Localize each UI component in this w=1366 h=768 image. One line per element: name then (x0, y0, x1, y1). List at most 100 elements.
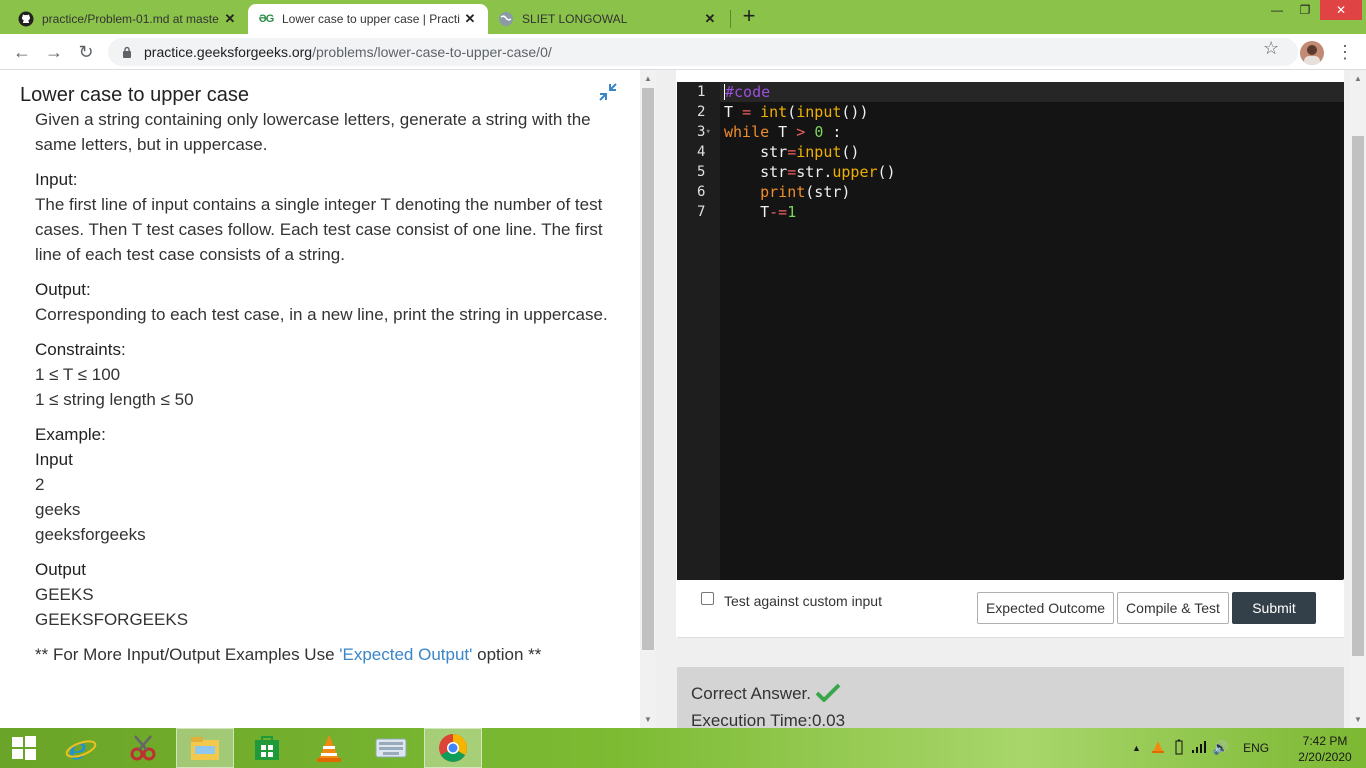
problem-description: Given a string containing only lowercase… (35, 110, 591, 154)
input-language[interactable]: ENG (1243, 741, 1269, 755)
example-output-line: GEEKS (35, 585, 94, 604)
line-number: 7 (697, 204, 706, 220)
constraint-line: 1 ≤ string length ≤ 50 (35, 390, 194, 409)
url-host: practice.geeksforgeeks.org (144, 44, 313, 60)
tab-strip: practice/Problem-01.md at maste ✕ ƏG Low… (0, 0, 1366, 34)
profile-avatar[interactable] (1300, 41, 1324, 65)
output-text: Corresponding to each test case, in a ne… (35, 305, 608, 324)
system-tray: ▲ 🔊 ENG (1132, 728, 1269, 768)
constraint-line: 1 ≤ T ≤ 100 (35, 365, 121, 384)
vlc-tray-icon[interactable] (1151, 740, 1165, 757)
scroll-down-icon[interactable]: ▼ (644, 715, 652, 724)
snipping-tool-icon[interactable] (114, 728, 172, 768)
page-scrollbar[interactable]: ▲ ▼ (1350, 70, 1366, 728)
scrollbar-thumb[interactable] (642, 88, 654, 650)
line-number: 4 (697, 144, 706, 160)
custom-input-checkbox[interactable] (701, 592, 714, 605)
bookmark-star-icon[interactable]: ☆ (1263, 38, 1282, 59)
line-number: 1 (697, 84, 706, 100)
tab-sliet[interactable]: SLIET LONGOWAL ✕ (488, 4, 728, 34)
signal-icon[interactable] (1191, 740, 1207, 757)
code-content[interactable]: #code T = int(input()) while T > 0 : str… (724, 82, 896, 222)
result-status-text: Correct Answer. (691, 684, 811, 703)
back-icon[interactable]: ← (10, 40, 34, 64)
example-input-line: 2 (35, 475, 45, 494)
battery-icon[interactable] (1175, 739, 1183, 758)
input-heading: Input: (35, 170, 78, 189)
example-heading: Example: (35, 425, 106, 444)
browser-toolbar: ← → ↻ practice.geeksforgeeks.org/problem… (0, 34, 1366, 70)
tab-geeksforgeeks[interactable]: ƏG Lower case to upper case | Practi ✕ (248, 4, 488, 34)
close-icon[interactable]: ✕ (222, 11, 238, 27)
close-window-button[interactable]: ✕ (1320, 0, 1362, 20)
volume-icon[interactable]: 🔊 (1213, 740, 1229, 756)
tab-separator (730, 10, 731, 28)
tab-title: Lower case to upper case | Practi (282, 12, 460, 26)
restore-window-button[interactable]: ❐ (1290, 0, 1320, 20)
submit-button[interactable]: Submit (1232, 592, 1316, 624)
result-status: Correct Answer. (691, 683, 841, 708)
more-suffix: option ** (472, 645, 542, 664)
store-icon[interactable] (238, 728, 296, 768)
windows-start-icon[interactable] (0, 728, 48, 768)
problem-panel: Lower case to upper case Given a string … (0, 70, 640, 728)
address-bar[interactable]: practice.geeksforgeeks.org/problems/lowe… (108, 38, 1298, 66)
more-prefix: ** For More Input/Output Examples Use (35, 645, 340, 664)
expected-outcome-button[interactable]: Expected Outcome (977, 592, 1114, 624)
collapse-icon[interactable] (598, 82, 618, 102)
custom-input-label[interactable]: Test against custom input (724, 593, 882, 609)
more-examples-note: ** For More Input/Output Examples Use 'E… (35, 642, 615, 667)
fold-arrow-icon[interactable]: ▾ (705, 127, 710, 137)
action-bar: Test against custom input Expected Outco… (677, 580, 1344, 638)
on-screen-keyboard-icon[interactable] (362, 728, 420, 768)
internet-explorer-icon[interactable]: e (52, 728, 110, 768)
tab-github[interactable]: practice/Problem-01.md at maste ✕ (8, 4, 248, 34)
line-number-gutter: 1 2 3▾ 4 5 6 7 (677, 82, 720, 580)
example-input-line: geeksforgeeks (35, 525, 146, 544)
browser-menu-icon[interactable]: ⋮ (1336, 41, 1354, 65)
scrollbar-thumb[interactable] (1352, 136, 1364, 656)
problem-scrollbar[interactable]: ▲ ▼ (640, 70, 656, 728)
chrome-icon[interactable] (424, 728, 482, 768)
problem-title: Lower case to upper case (20, 84, 250, 106)
line-number: 2 (697, 104, 706, 120)
code-editor[interactable]: 1 2 3▾ 4 5 6 7 #code T = int(input()) wh… (677, 82, 1344, 580)
gfg-icon: ƏG (258, 13, 275, 25)
lock-icon (123, 46, 131, 58)
constraints-heading: Constraints: (35, 340, 126, 359)
taskbar-clock[interactable]: 7:42 PM 2/20/2020 (1290, 733, 1360, 765)
github-icon (18, 11, 34, 27)
expected-output-link[interactable]: 'Expected Output' (339, 645, 472, 664)
scroll-up-icon[interactable]: ▲ (644, 74, 652, 83)
result-panel: Correct Answer. Execution Time:0.03 (677, 667, 1344, 730)
forward-icon[interactable]: → (42, 40, 66, 64)
example-input-line: geeks (35, 500, 81, 519)
example-output-line: GEEKSFORGEEKS (35, 610, 189, 629)
close-icon[interactable]: ✕ (702, 11, 718, 27)
line-number: 5 (697, 164, 706, 180)
vlc-icon[interactable] (300, 728, 358, 768)
clock-date: 2/20/2020 (1298, 750, 1352, 764)
minimize-window-button[interactable]: — (1262, 0, 1292, 20)
tab-title: SLIET LONGOWAL (522, 12, 628, 26)
url-path: /problems/lower-case-to-upper-case/0/ (312, 44, 552, 60)
problem-body: Given a string containing only lowercase… (35, 107, 615, 667)
globe-icon (498, 11, 514, 27)
clock-time: 7:42 PM (1302, 734, 1348, 748)
output-heading: Output: (35, 280, 91, 299)
line-number: 6 (697, 184, 706, 200)
show-hidden-icons[interactable]: ▲ (1132, 743, 1141, 753)
compile-test-button[interactable]: Compile & Test (1117, 592, 1229, 624)
input-text: The first line of input contains a singl… (35, 195, 603, 264)
reload-icon[interactable]: ↻ (74, 40, 98, 64)
line-number: 3▾ (677, 122, 720, 142)
tab-title: practice/Problem-01.md at maste (42, 12, 219, 26)
close-icon[interactable]: ✕ (462, 11, 478, 27)
taskbar: e ▲ 🔊 ENG 7:42 PM 2/20/2020 (0, 728, 1366, 768)
example-output-heading: Output (35, 560, 87, 579)
scroll-up-icon[interactable]: ▲ (1354, 74, 1362, 83)
new-tab-button[interactable]: + (738, 5, 760, 29)
file-explorer-icon[interactable] (176, 728, 234, 768)
scroll-down-icon[interactable]: ▼ (1354, 715, 1362, 724)
checkmark-icon (815, 683, 841, 708)
